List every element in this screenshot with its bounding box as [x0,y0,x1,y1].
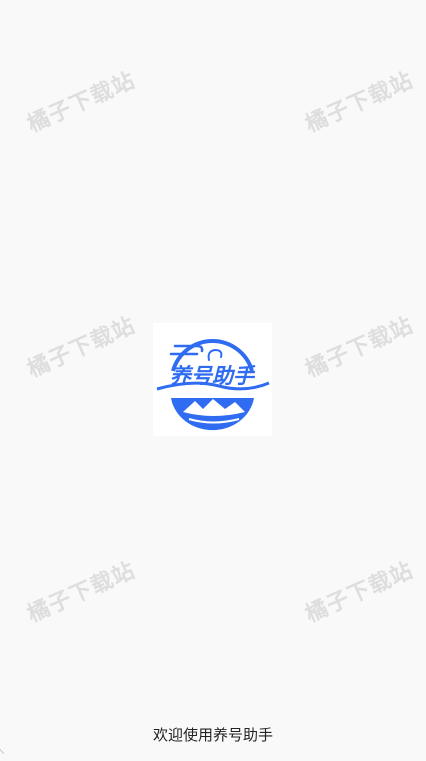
corner-mark [0,749,5,761]
app-logo: 养号助手 [153,323,272,436]
watermark-text: 橘子下载站 [23,313,140,383]
watermark-text: 橘子下载站 [301,68,418,138]
watermark-text: 橘子下载站 [301,558,418,628]
watermark-text: 橘子下载站 [301,313,418,383]
watermark-text: 橘子下载站 [23,558,140,628]
app-logo-icon: 养号助手 [156,338,270,431]
logo-brand-text: 养号助手 [170,364,256,388]
welcome-message: 欢迎使用养号助手 [152,726,273,744]
watermark-text: 橘子下载站 [23,68,140,138]
